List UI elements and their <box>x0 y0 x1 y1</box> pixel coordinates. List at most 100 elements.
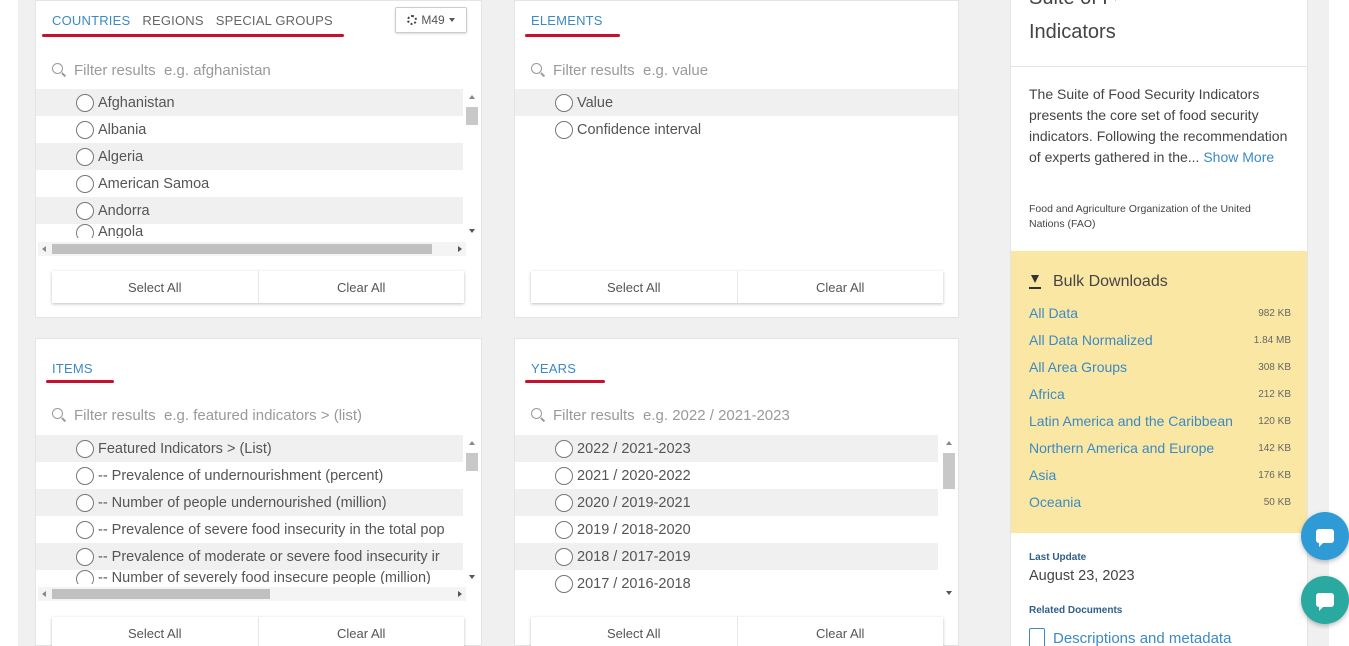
scroll-down-arrow[interactable] <box>469 575 475 579</box>
list-item[interactable]: -- Number of severely food insecure peop… <box>36 570 463 584</box>
radio-button[interactable] <box>76 547 94 566</box>
list-item[interactable]: Featured Indicators > (List) <box>36 435 463 462</box>
radio-button[interactable] <box>555 493 573 512</box>
list-item[interactable]: -- Prevalence of moderate or severe food… <box>36 543 463 570</box>
radio-button[interactable] <box>555 120 573 139</box>
radio-button[interactable] <box>76 570 94 584</box>
scroll-up-arrow[interactable] <box>946 441 952 445</box>
search-icon <box>531 408 545 422</box>
list-item[interactable]: 2021 / 2020-2022 <box>515 462 938 489</box>
items-vertical-scrollbar[interactable] <box>463 435 481 585</box>
scroll-right-arrow[interactable] <box>458 246 462 252</box>
select-all-button[interactable]: Select All <box>52 271 258 303</box>
radio-button[interactable] <box>76 520 94 539</box>
radio-button[interactable] <box>76 201 94 220</box>
list-item[interactable]: Albania <box>36 116 463 143</box>
divider <box>1011 66 1307 67</box>
list-item[interactable]: Confidence interval <box>515 116 958 143</box>
list-item[interactable]: Andorra <box>36 197 463 224</box>
scroll-up-arrow[interactable] <box>469 95 475 99</box>
clear-all-button[interactable]: Clear All <box>736 617 943 646</box>
list-item-label: Albania <box>98 121 147 138</box>
chat-button[interactable] <box>1301 512 1349 560</box>
tab-years[interactable]: Years <box>531 361 576 376</box>
scroll-down-arrow[interactable] <box>469 229 475 233</box>
show-more-link[interactable]: Show More <box>1203 149 1274 165</box>
list-item[interactable]: Value <box>515 89 958 116</box>
scroll-down-arrow[interactable] <box>946 591 952 595</box>
items-filter-input[interactable] <box>74 406 465 424</box>
list-item[interactable]: -- Prevalence of undernourishment (perce… <box>36 462 463 489</box>
scroll-right-arrow[interactable] <box>458 591 462 597</box>
list-item[interactable]: 2017 / 2016-2018 <box>515 570 938 597</box>
years-vertical-scrollbar[interactable] <box>940 435 958 601</box>
tab-special-groups[interactable]: Special Groups <box>216 13 333 28</box>
radio-button[interactable] <box>76 466 94 485</box>
clear-all-button[interactable]: Clear All <box>257 271 464 303</box>
radio-button[interactable] <box>76 93 94 112</box>
clear-all-button[interactable]: Clear All <box>257 617 464 646</box>
list-item[interactable]: Angola <box>36 224 463 238</box>
code-selector-button[interactable]: M49 <box>395 7 467 33</box>
related-document-link[interactable]: Descriptions and metadata <box>1029 628 1231 646</box>
radio-button[interactable] <box>76 493 94 512</box>
radio-button[interactable] <box>76 439 94 458</box>
download-link[interactable]: Northern America and Europe <box>1029 440 1214 456</box>
tab-countries[interactable]: Countries <box>52 13 130 28</box>
radio-button[interactable] <box>555 466 573 485</box>
dataset-title: Suite of Food Security Indicators <box>1029 0 1116 44</box>
download-link[interactable]: Africa <box>1029 386 1065 402</box>
radio-button[interactable] <box>555 547 573 566</box>
scrollbar-thumb[interactable] <box>52 589 270 599</box>
list-item[interactable]: 2018 / 2017-2019 <box>515 543 938 570</box>
countries-vertical-scrollbar[interactable] <box>463 89 481 239</box>
scroll-left-arrow[interactable] <box>42 591 46 597</box>
list-item[interactable]: -- Number of people undernourished (mill… <box>36 489 463 516</box>
radio-button[interactable] <box>76 224 94 238</box>
elements-panel: Elements Value Confidence interval Selec… <box>514 0 959 318</box>
select-all-button[interactable]: Select All <box>531 617 737 646</box>
scrollbar-thumb[interactable] <box>466 107 478 125</box>
radio-button[interactable] <box>555 520 573 539</box>
list-item[interactable]: Afghanistan <box>36 89 463 116</box>
elements-filter-input[interactable] <box>553 61 942 79</box>
countries-filter-input[interactable] <box>74 61 465 79</box>
scroll-left-arrow[interactable] <box>42 246 46 252</box>
tab-items[interactable]: Items <box>52 361 93 376</box>
dataset-sidebar: Suite of Food Security Indicators The Su… <box>1010 0 1308 646</box>
download-link[interactable]: All Data <box>1029 305 1078 321</box>
download-link[interactable]: Latin America and the Caribbean <box>1029 413 1233 429</box>
download-link[interactable]: All Data Normalized <box>1029 332 1153 348</box>
feedback-button[interactable] <box>1301 576 1349 624</box>
clear-all-button[interactable]: Clear All <box>736 271 943 303</box>
radio-button[interactable] <box>555 574 573 593</box>
radio-button[interactable] <box>76 120 94 139</box>
list-item[interactable]: -- Prevalence of severe food insecurity … <box>36 516 463 543</box>
countries-horizontal-scrollbar[interactable] <box>38 242 466 256</box>
select-all-button[interactable]: Select All <box>52 617 258 646</box>
radio-button[interactable] <box>76 174 94 193</box>
radio-button[interactable] <box>555 93 573 112</box>
items-horizontal-scrollbar[interactable] <box>38 587 466 601</box>
tab-regions[interactable]: Regions <box>142 13 203 28</box>
download-link[interactable]: Oceania <box>1029 494 1081 510</box>
select-all-button[interactable]: Select All <box>531 271 737 303</box>
file-size: 212 KB <box>1258 388 1291 400</box>
scrollbar-thumb[interactable] <box>52 244 432 254</box>
scrollbar-thumb[interactable] <box>466 453 478 471</box>
radio-button[interactable] <box>76 147 94 166</box>
list-item[interactable]: 2022 / 2021-2023 <box>515 435 938 462</box>
scroll-up-arrow[interactable] <box>469 441 475 445</box>
list-item[interactable]: Algeria <box>36 143 463 170</box>
radio-button[interactable] <box>555 439 573 458</box>
elements-tabs: Elements <box>531 13 603 28</box>
list-item[interactable]: American Samoa <box>36 170 463 197</box>
download-link[interactable]: Asia <box>1029 467 1056 483</box>
list-item[interactable]: 2019 / 2018-2020 <box>515 516 938 543</box>
download-row: All Area Groups 308 KB <box>1029 357 1291 377</box>
years-filter-input[interactable] <box>553 406 942 424</box>
download-link[interactable]: All Area Groups <box>1029 359 1127 375</box>
list-item[interactable]: 2020 / 2019-2021 <box>515 489 938 516</box>
scrollbar-thumb[interactable] <box>943 453 955 489</box>
tab-elements[interactable]: Elements <box>531 13 603 28</box>
